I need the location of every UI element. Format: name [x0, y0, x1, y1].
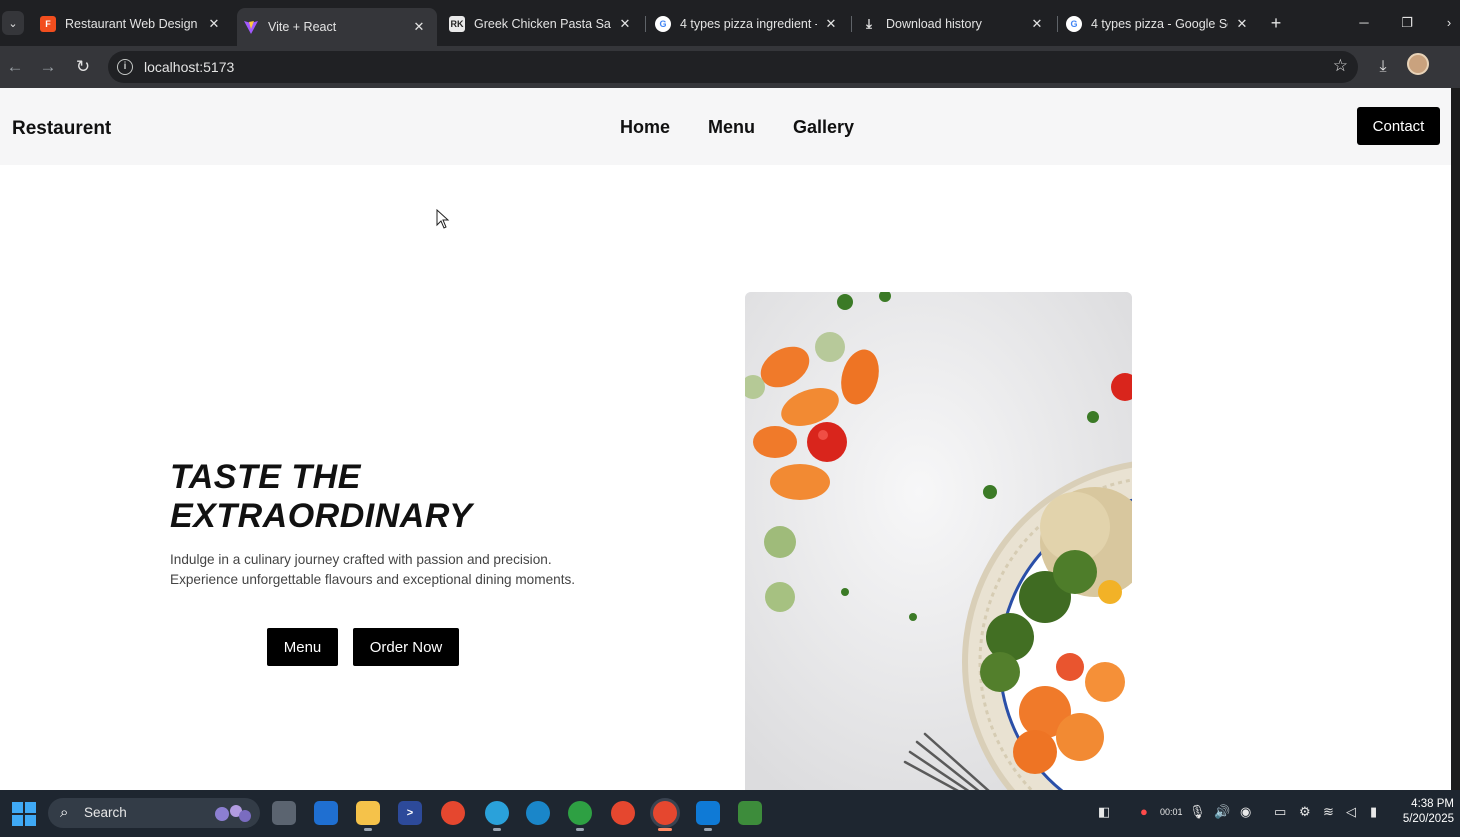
- download-icon: ⤓: [866, 16, 872, 31]
- contact-button[interactable]: Contact: [1357, 107, 1440, 145]
- hero-title-line2: EXTRAORDINARY: [170, 497, 473, 535]
- forward-icon[interactable]: →: [36, 55, 60, 79]
- task-view-icon[interactable]: [272, 801, 296, 825]
- downloads-icon[interactable]: ⤓: [1371, 55, 1395, 79]
- nav-gallery-link[interactable]: Gallery: [793, 117, 854, 138]
- chrome-profile-icon[interactable]: [568, 801, 592, 831]
- hero-title: TASTE THE EXTRAORDINARY: [170, 458, 472, 536]
- clock-time: 4:38 PM: [1411, 798, 1454, 810]
- clock-date: 5/20/2025: [1402, 813, 1454, 825]
- search-icon: ⌕: [60, 804, 69, 821]
- vite-icon: [243, 19, 259, 35]
- record-icon[interactable]: ●: [1140, 804, 1148, 819]
- wifi-icon[interactable]: ≋: [1323, 804, 1334, 820]
- order-now-button[interactable]: Order Now: [353, 628, 459, 666]
- tab-vite-react[interactable]: Vite + React ✕: [237, 8, 437, 46]
- page-viewport: Restaurent Home Menu Gallery Contact TAS…: [0, 88, 1451, 790]
- chevron-right-icon[interactable]: ›: [1434, 12, 1460, 34]
- close-tab-icon[interactable]: ✕: [1029, 16, 1045, 32]
- chrome-active-icon[interactable]: [653, 801, 677, 831]
- nav-menu-link[interactable]: Menu: [708, 117, 755, 138]
- food-plate-illustration: [745, 292, 1132, 790]
- taskbar-search[interactable]: ⌕ Search: [48, 798, 260, 828]
- google-icon: G: [1066, 16, 1082, 32]
- speaker-icon[interactable]: 🔊: [1214, 804, 1230, 820]
- search-highlight-icon: [215, 805, 251, 822]
- chrome-icon[interactable]: [441, 801, 465, 825]
- tab-separator: [851, 16, 852, 32]
- tab-title: 4 types pizza - Google Sea: [1091, 17, 1228, 31]
- close-tab-icon[interactable]: ✕: [206, 16, 222, 32]
- tab-greek-salad[interactable]: RK Greek Chicken Pasta Salad ✕: [443, 8, 643, 40]
- close-tab-icon[interactable]: ✕: [823, 16, 839, 32]
- site-info-icon[interactable]: i: [117, 59, 133, 75]
- record-time: 00:01: [1160, 807, 1183, 817]
- address-bar[interactable]: i localhost:5173 ☆: [108, 51, 1358, 83]
- right-edge-strip: [1451, 88, 1460, 790]
- tab-separator: [645, 16, 646, 32]
- browser-tab-strip: ⌄ F Restaurant Web Design (C ✕ Vite + Re…: [0, 0, 1460, 46]
- edge-icon[interactable]: [526, 801, 550, 825]
- google-icon: G: [655, 16, 671, 32]
- microphone-icon[interactable]: 🎙: [1189, 804, 1206, 820]
- tab-title: Vite + React: [268, 20, 337, 34]
- nav-home-link[interactable]: Home: [620, 117, 670, 138]
- tab-search-button[interactable]: ⌄: [2, 11, 24, 35]
- screen-icon[interactable]: ▭: [1274, 804, 1286, 820]
- system-clock[interactable]: 4:38 PM 5/20/2025: [1403, 797, 1454, 827]
- rk-icon: RK: [449, 16, 465, 32]
- tab-title: 4 types pizza ingredient - C: [680, 17, 817, 31]
- hero-description: Indulge in a culinary journey crafted wi…: [170, 550, 590, 590]
- url-text[interactable]: localhost:5173: [144, 59, 234, 75]
- webcam-icon[interactable]: ◉: [1240, 804, 1251, 820]
- bookmark-star-icon[interactable]: ☆: [1333, 56, 1348, 76]
- windows-taskbar: ⌕ Search > ◧ ● 00:01 🎙 🔊 ◉ ▭ ⚙ ≋ ◁ ▮ 4:3…: [0, 790, 1460, 837]
- hero-desc-line1: Indulge in a culinary journey crafted wi…: [170, 552, 552, 567]
- tab-separator: [1057, 16, 1058, 32]
- tab-pizza-ingredient[interactable]: G 4 types pizza ingredient - C ✕: [649, 8, 849, 40]
- tab-title: Restaurant Web Design (C: [65, 17, 200, 31]
- powershell-icon[interactable]: >: [398, 801, 422, 825]
- mouse-cursor-icon: [436, 209, 450, 229]
- figma-icon: F: [40, 16, 56, 32]
- camera-icon[interactable]: ◧: [1098, 804, 1110, 820]
- vscode-icon[interactable]: [696, 801, 720, 831]
- close-tab-icon[interactable]: ✕: [617, 16, 633, 32]
- new-tab-button[interactable]: +: [1266, 12, 1286, 34]
- tab-restaurant-design[interactable]: F Restaurant Web Design (C ✕: [34, 8, 232, 40]
- settings-gear-icon[interactable]: ⚙: [1299, 804, 1311, 820]
- telegram-icon[interactable]: [485, 801, 509, 831]
- hero-title-line1: TASTE THE: [170, 458, 361, 496]
- taskbar-search-label: Search: [84, 805, 127, 820]
- microsoft-store-icon[interactable]: [314, 801, 338, 825]
- site-navbar: Restaurent Home Menu Gallery Contact: [0, 88, 1451, 165]
- reload-icon[interactable]: ↻: [71, 55, 95, 79]
- close-tab-icon[interactable]: ✕: [1234, 16, 1250, 32]
- battery-icon[interactable]: ▮: [1370, 804, 1377, 820]
- hero-food-image: [745, 292, 1132, 790]
- minimize-icon[interactable]: ─: [1349, 12, 1379, 34]
- site-logo[interactable]: Restaurent: [12, 118, 111, 140]
- profile-avatar[interactable]: [1407, 53, 1429, 75]
- browser-toolbar: ← → ↻ i localhost:5173 ☆ ⤓: [0, 46, 1460, 88]
- tab-title: Greek Chicken Pasta Salad: [474, 17, 611, 31]
- notepad-icon[interactable]: [738, 801, 762, 825]
- back-icon[interactable]: ←: [3, 55, 27, 79]
- tab-download-history[interactable]: ⤓ Download history ✕: [855, 8, 1055, 40]
- tab-title: Download history: [886, 17, 982, 31]
- tab-pizza-search[interactable]: G 4 types pizza - Google Sea ✕: [1060, 8, 1260, 40]
- file-explorer-icon[interactable]: [356, 801, 380, 831]
- site-nav-links: Home Menu Gallery: [620, 117, 854, 138]
- chrome-alt-icon[interactable]: [611, 801, 635, 825]
- hero-menu-button[interactable]: Menu: [267, 628, 338, 666]
- restore-icon[interactable]: ❐: [1392, 12, 1422, 34]
- close-tab-icon[interactable]: ✕: [411, 19, 427, 35]
- volume-icon[interactable]: ◁: [1346, 804, 1356, 820]
- windows-start-icon[interactable]: [12, 802, 36, 826]
- hero-desc-line2: Experience unforgettable flavours and ex…: [170, 572, 576, 587]
